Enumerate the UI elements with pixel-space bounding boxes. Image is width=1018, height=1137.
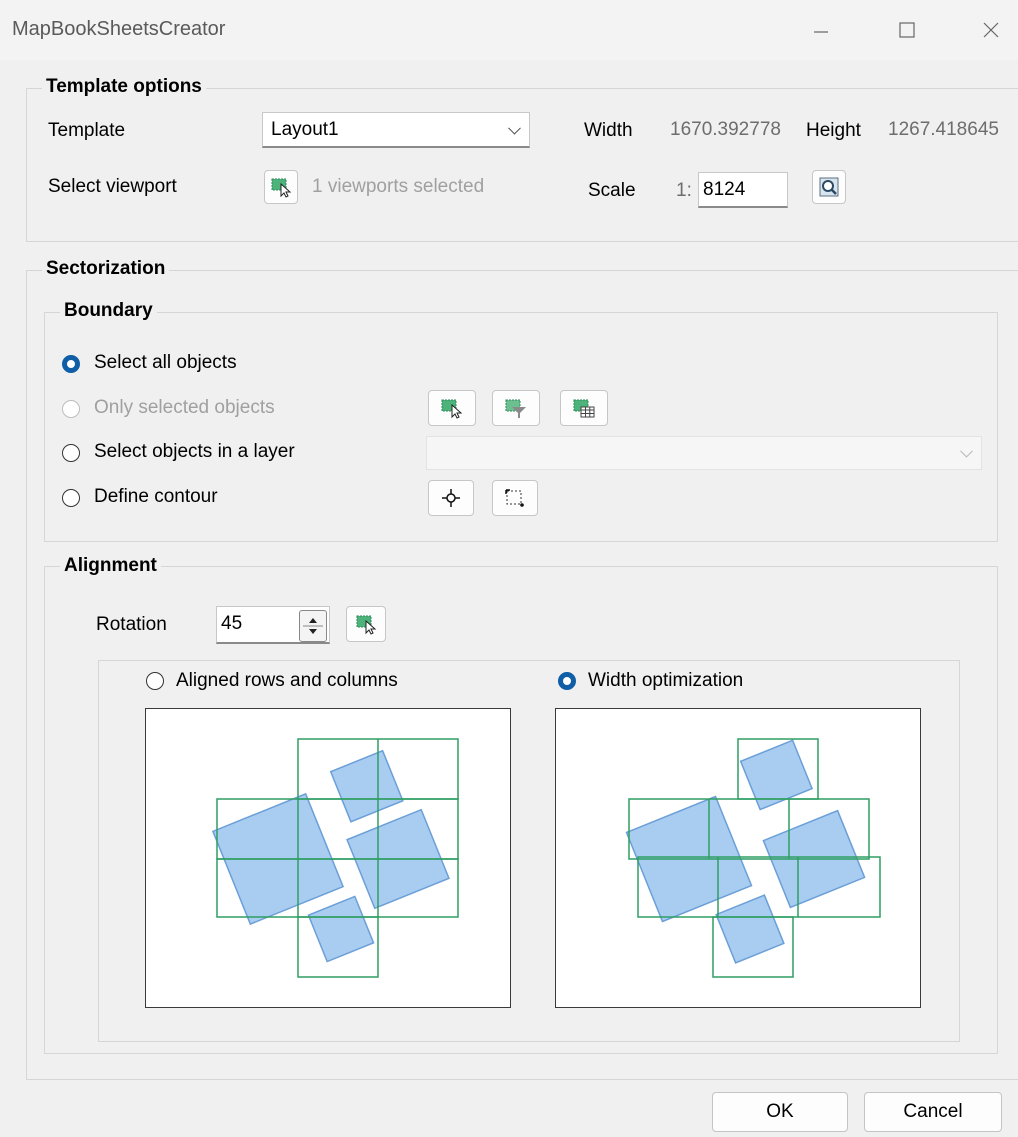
template-combo[interactable]: Layout1: [262, 112, 530, 148]
rotation-label: Rotation: [96, 614, 167, 635]
select-viewport-icon: [271, 178, 292, 198]
select-objects-button[interactable]: [428, 390, 476, 426]
radio-select-all-objects[interactable]: [62, 355, 80, 373]
crosshair-icon: [442, 489, 460, 507]
ok-button[interactable]: OK: [712, 1092, 848, 1132]
width-value: 1670.392778: [670, 119, 781, 140]
scale-value: 8124: [703, 179, 746, 200]
height-label: Height: [806, 120, 861, 141]
select-objects-icon: [441, 399, 463, 419]
layer-combo[interactable]: [426, 436, 982, 470]
minimize-button[interactable]: [796, 10, 846, 50]
rotation-value: 45: [221, 613, 243, 634]
cancel-button[interactable]: Cancel: [864, 1092, 1002, 1132]
select-viewport-label: Select viewport: [48, 176, 177, 197]
radio-define-contour[interactable]: [62, 489, 80, 507]
sectorization-legend: Sectorization: [42, 258, 170, 280]
radio-width-optimization[interactable]: [558, 672, 576, 690]
maximize-button[interactable]: [882, 10, 932, 50]
radio-label-select-objects-in-layer: Select objects in a layer: [94, 441, 295, 462]
zoom-scale-button[interactable]: [812, 170, 846, 204]
width-label: Width: [584, 120, 633, 141]
template-options-legend: Template options: [42, 76, 206, 98]
width-optimization-diagram: [625, 738, 881, 978]
boundary-legend: Boundary: [60, 300, 157, 322]
filter-icon: [505, 399, 526, 418]
radio-select-objects-in-layer[interactable]: [62, 444, 80, 462]
radio-only-selected-objects[interactable]: [62, 400, 80, 418]
select-viewport-button[interactable]: [264, 170, 298, 204]
maximize-icon: [899, 22, 915, 38]
scale-input[interactable]: 8124: [698, 172, 788, 208]
template-combo-value: Layout1: [271, 118, 339, 140]
draw-rectangle-button[interactable]: [492, 480, 538, 516]
window-title: MapBookSheetsCreator: [12, 18, 226, 40]
viewport-status: 1 viewports selected: [312, 176, 485, 197]
rotation-spin-buttons[interactable]: [299, 610, 327, 642]
close-button[interactable]: [966, 10, 1016, 50]
pick-rotation-button[interactable]: [346, 606, 386, 642]
title-bar: MapBookSheetsCreator: [0, 0, 1018, 60]
pick-point-button[interactable]: [428, 480, 474, 516]
magnifier-icon: [819, 177, 839, 197]
alignment-legend: Alignment: [60, 555, 161, 577]
radio-label-define-contour: Define contour: [94, 486, 218, 507]
aligned-rows-preview: [145, 708, 511, 1008]
height-field: 1267.418645: [882, 112, 1018, 148]
table-objects-button[interactable]: [560, 390, 608, 426]
template-label: Template: [48, 120, 126, 141]
select-viewport-icon: [356, 615, 377, 635]
chevron-down-icon: [960, 444, 973, 458]
radio-label-select-all-objects: Select all objects: [94, 352, 237, 373]
scale-prefix: 1:: [676, 180, 692, 201]
close-icon: [983, 22, 999, 38]
radio-label-width-optimization: Width optimization: [588, 670, 744, 691]
radio-aligned-rows-columns[interactable]: [146, 672, 164, 690]
rectangle-select-icon: [505, 489, 524, 507]
scale-label: Scale: [588, 180, 636, 201]
filter-objects-button[interactable]: [492, 390, 540, 426]
radio-label-aligned-rows-columns: Aligned rows and columns: [176, 670, 398, 691]
chevron-down-icon: [508, 121, 521, 135]
spin-up-down-icon: [303, 618, 323, 634]
rotation-stepper[interactable]: 45: [216, 606, 330, 644]
width-field: 1670.392778: [664, 112, 802, 148]
width-optimization-preview: [555, 708, 921, 1008]
height-value: 1267.418645: [888, 119, 999, 140]
table-icon: [573, 399, 595, 418]
radio-label-only-selected-objects: Only selected objects: [94, 397, 275, 418]
aligned-rows-diagram: [211, 738, 459, 978]
minimize-icon: [814, 31, 828, 33]
